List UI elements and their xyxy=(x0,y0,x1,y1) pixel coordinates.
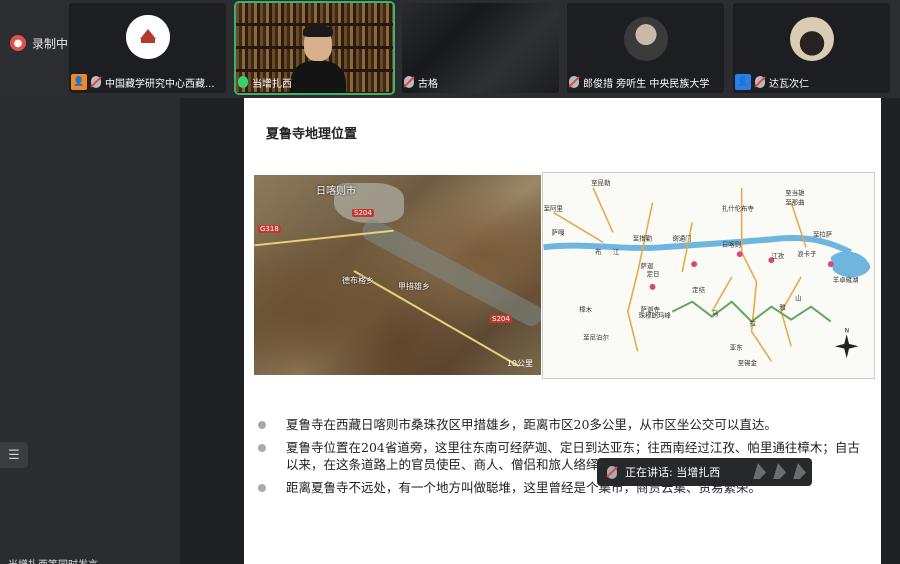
place-label: 德布格乡 xyxy=(342,276,374,285)
list-item: 夏鲁寺在西藏日喀则市桑珠孜区甲措雄乡，距离市区20多公里，从市区坐公交可以直达。 xyxy=(254,416,864,433)
map-label: 樟木 xyxy=(579,305,592,314)
map-label: 浪卡子 xyxy=(797,249,817,258)
map-label: 亚东 xyxy=(730,342,743,351)
map-label: 江 xyxy=(613,248,620,256)
mic-muted-icon xyxy=(607,465,617,479)
profile-photo-avatar xyxy=(789,17,834,61)
participant-tile-4[interactable]: 郎俊措 旁听生 中央民族大学 xyxy=(567,3,724,93)
bullet-dot-icon xyxy=(258,444,266,452)
map-label: 至尼泊尔 xyxy=(583,332,609,341)
org-logo-avatar xyxy=(125,15,170,59)
participant-name: 古格 xyxy=(418,78,438,90)
mic-muted-icon xyxy=(91,76,101,88)
compass-icon: N xyxy=(834,327,859,359)
cloud-record-icon: ● xyxy=(10,35,26,51)
bullet-dot-icon xyxy=(258,421,266,429)
bottom-caption: 当增扎西等同时发言 xyxy=(8,556,98,564)
toast-tools xyxy=(750,463,806,479)
participant-name: 达瓦次仁 xyxy=(769,78,809,90)
satellite-map-image: 日喀则市 G318 S204 S204 德布格乡 甲措雄乡 10公里 xyxy=(254,175,541,375)
map-label: 雅 xyxy=(779,304,786,312)
participant-name: 当增扎西 xyxy=(252,78,292,90)
bullet-text: 夏鲁寺在西藏日喀则市桑珠孜区甲措雄乡，距离市区20多公里，从市区坐公交可以直达。 xyxy=(286,417,777,432)
map-label: 马 xyxy=(712,310,718,318)
participant-name: 郎俊措 旁听生 中央民族大学 xyxy=(583,78,710,90)
svg-text:N: N xyxy=(845,327,849,334)
participant-name: 中国藏学研究中心西藏... xyxy=(105,78,215,90)
map-label: 至措勤 xyxy=(633,233,653,242)
map-label: 羊卓雍湖 xyxy=(833,275,859,284)
recording-label: 录制中 xyxy=(32,36,69,51)
participant-strip: ● 录制中 👤 中国藏学研究中心西藏... 当增扎西 古格 郎俊措 旁听生 中央… xyxy=(0,0,900,98)
speaking-indicator-toast[interactable]: 正在讲话: 当增扎西 xyxy=(597,458,812,486)
mic-muted-icon xyxy=(755,76,765,88)
map-label: 至拉萨 xyxy=(813,229,833,238)
road-tag-s204: S204 xyxy=(352,209,374,217)
recording-indicator[interactable]: ● 录制中 xyxy=(10,32,68,54)
map-label: 萨迦寺 xyxy=(641,305,661,314)
left-sidebar xyxy=(0,98,180,564)
place-label: 甲措雄乡 xyxy=(398,282,430,291)
city-label: 日喀则市 xyxy=(316,186,356,197)
participant-tile-2[interactable]: 当增扎西 xyxy=(234,1,395,95)
map-label: 至锡金 xyxy=(738,358,758,367)
eraser-icon[interactable] xyxy=(773,463,786,479)
undo-icon[interactable] xyxy=(793,463,806,479)
shared-slide: 夏鲁寺地理位置 日喀则市 G318 S204 S204 德布格乡 甲措雄乡 10… xyxy=(244,98,881,564)
map-label: 萨迦 xyxy=(641,261,654,270)
map-label: 至那曲 xyxy=(785,198,804,207)
map-label: 江孜 xyxy=(771,251,784,260)
user-icon: 👤 xyxy=(735,74,751,90)
map-label: 至当雄 xyxy=(785,188,805,197)
map-drawing: 至昆勒 至阿里 萨嘎 江 至措勤 至那曲 萨迦 布 定日 谢通门 日喀则 扎什伦… xyxy=(543,178,871,367)
participant-tile-5[interactable]: 👤 达瓦次仁 xyxy=(733,3,890,93)
map-label: 扎什伦布寺 xyxy=(722,204,755,213)
map-label: 定结 xyxy=(692,285,705,294)
participant-tile-1[interactable]: 👤 中国藏学研究中心西藏... xyxy=(69,3,226,93)
map-label: 至昆勒 xyxy=(591,178,610,187)
slide-title: 夏鲁寺地理位置 xyxy=(266,127,358,142)
map-label: 至阿里 xyxy=(544,204,564,213)
profile-photo-avatar xyxy=(623,17,668,61)
map-label: 布 xyxy=(595,247,602,256)
map-label: 拉 xyxy=(750,319,757,328)
map-label: 定日 xyxy=(647,269,660,278)
participant-tile-3[interactable]: 古格 xyxy=(402,3,559,93)
road-tag-g318: G318 xyxy=(258,225,281,233)
road-tag-s204: S204 xyxy=(490,315,512,323)
mic-muted-icon xyxy=(404,76,414,88)
map-label: 山 xyxy=(795,293,801,302)
list-menu-icon[interactable]: ☰ xyxy=(0,442,28,468)
regional-map: 至昆勒 至阿里 萨嘎 江 至措勤 至那曲 萨迦 布 定日 谢通门 日喀则 扎什伦… xyxy=(542,172,875,379)
pen-icon[interactable] xyxy=(753,463,766,479)
map-label: 日喀则 xyxy=(722,239,741,248)
speaking-text: 正在讲话: 当增扎西 xyxy=(625,466,721,479)
bullet-dot-icon xyxy=(258,484,266,492)
map-label: 萨嘎 xyxy=(552,227,565,236)
user-icon: 👤 xyxy=(71,74,87,90)
mic-muted-icon xyxy=(569,76,579,88)
scale-label: 10公里 xyxy=(506,359,533,368)
map-label: 谢通门 xyxy=(672,233,691,242)
mic-active-icon xyxy=(238,76,248,88)
